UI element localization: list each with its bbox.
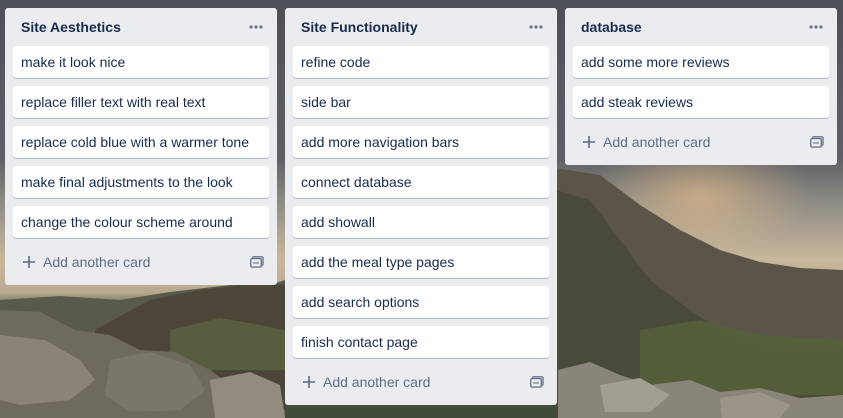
plus-icon xyxy=(581,134,597,150)
card[interactable]: add steak reviews xyxy=(573,86,829,118)
card-template-icon[interactable] xyxy=(809,134,825,150)
list-header: Site Functionality xyxy=(293,8,549,46)
list-database: database add some more reviews add steak… xyxy=(565,8,837,165)
list-header: database xyxy=(573,8,829,46)
add-card-button[interactable]: Add another card xyxy=(21,254,150,270)
card[interactable]: connect database xyxy=(293,166,549,198)
card[interactable]: add the meal type pages xyxy=(293,246,549,278)
list-title[interactable]: Site Aesthetics xyxy=(21,19,121,35)
add-card-label: Add another card xyxy=(603,134,711,150)
add-card-label: Add another card xyxy=(323,374,431,390)
card[interactable]: make it look nice xyxy=(13,46,269,78)
plus-icon xyxy=(21,254,37,270)
card[interactable]: side bar xyxy=(293,86,549,118)
list-site-functionality: Site Functionality refine code side bar … xyxy=(285,8,557,405)
ellipsis-icon[interactable] xyxy=(527,18,545,36)
card-template-icon[interactable] xyxy=(529,374,545,390)
add-card-label: Add another card xyxy=(43,254,151,270)
card-template-icon[interactable] xyxy=(249,254,265,270)
list-footer: Add another card xyxy=(573,126,829,158)
card[interactable]: add search options xyxy=(293,286,549,318)
list-title[interactable]: Site Functionality xyxy=(301,19,418,35)
card[interactable]: add more navigation bars xyxy=(293,126,549,158)
card[interactable]: finish contact page xyxy=(293,326,549,358)
card[interactable]: add some more reviews xyxy=(573,46,829,78)
list-title[interactable]: database xyxy=(581,19,642,35)
ellipsis-icon[interactable] xyxy=(807,18,825,36)
card[interactable]: make final adjustments to the look xyxy=(13,166,269,198)
list-footer: Add another card xyxy=(293,366,549,398)
card[interactable]: replace filler text with real text xyxy=(13,86,269,118)
list-header: Site Aesthetics xyxy=(13,8,269,46)
card[interactable]: add showall xyxy=(293,206,549,238)
card[interactable]: change the colour scheme around xyxy=(13,206,269,238)
list-footer: Add another card xyxy=(13,246,269,278)
board-canvas: Site Aesthetics make it look nice replac… xyxy=(0,0,843,418)
ellipsis-icon[interactable] xyxy=(247,18,265,36)
add-card-button[interactable]: Add another card xyxy=(581,134,710,150)
add-card-button[interactable]: Add another card xyxy=(301,374,430,390)
list-site-aesthetics: Site Aesthetics make it look nice replac… xyxy=(5,8,277,285)
plus-icon xyxy=(301,374,317,390)
card[interactable]: replace cold blue with a warmer tone xyxy=(13,126,269,158)
card[interactable]: refine code xyxy=(293,46,549,78)
